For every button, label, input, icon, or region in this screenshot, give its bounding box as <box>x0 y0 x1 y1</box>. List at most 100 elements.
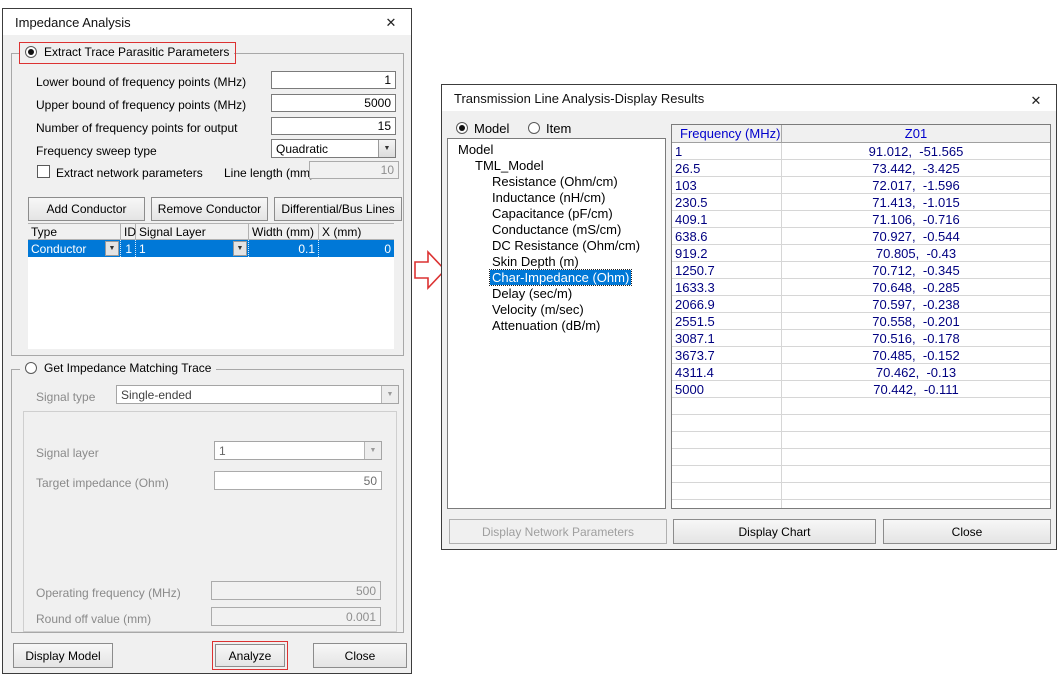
table-row[interactable]: 26.573.442, -3.425 <box>672 160 1050 177</box>
conductor-row[interactable]: Conductor ▼ 1 1 ▼ 0.1 0 <box>28 240 394 257</box>
extract-network-checkbox[interactable] <box>37 165 50 178</box>
z01-cell: 70.442, -0.111 <box>782 381 1050 397</box>
impedance-dialog-titlebar: Impedance Analysis <box>3 9 411 35</box>
z01-cell: 70.805, -0.43 <box>782 245 1050 261</box>
round-off-label: Round off value (mm) <box>36 612 151 626</box>
conductor-x-cell[interactable]: 0 <box>319 240 394 257</box>
tree-item[interactable]: Attenuation (dB/m) <box>448 318 665 334</box>
upper-bound-input[interactable] <box>271 94 396 112</box>
table-row[interactable]: 500070.442, -0.111 <box>672 381 1050 398</box>
item-radio-label: Item <box>546 121 571 136</box>
extract-parasitic-radio-label: Extract Trace Parasitic Parameters <box>44 45 229 59</box>
tree-item[interactable]: Capacitance (pF/cm) <box>448 206 665 222</box>
z01-cell <box>782 449 1050 465</box>
table-row[interactable]: 3673.770.485, -0.152 <box>672 347 1050 364</box>
tree-item[interactable]: Model <box>448 142 665 158</box>
round-off-input <box>211 607 381 626</box>
table-empty-row <box>672 449 1050 466</box>
table-row[interactable]: 191.012, -51.565 <box>672 143 1050 160</box>
frequency-cell: 1250.7 <box>672 262 782 278</box>
table-empty-row <box>672 483 1050 500</box>
target-impedance-input <box>214 471 382 490</box>
desktop: { "colors": { "selection_blue": "#0078d7… <box>0 0 1061 682</box>
z01-cell: 70.597, -0.238 <box>782 296 1050 312</box>
table-row[interactable]: 409.171.106, -0.716 <box>672 211 1050 228</box>
sweep-type-select[interactable]: Quadratic ▼ <box>271 139 396 158</box>
table-row[interactable]: 919.270.805, -0.43 <box>672 245 1050 262</box>
signal-layer-select: 1 ▼ <box>214 441 382 460</box>
remove-conductor-button[interactable]: Remove Conductor <box>151 197 268 221</box>
display-network-parameters-button: Display Network Parameters <box>449 519 667 544</box>
chevron-down-icon[interactable]: ▼ <box>233 241 247 256</box>
frequency-cell <box>672 449 782 465</box>
extract-parasitic-radio[interactable] <box>25 46 37 58</box>
results-table: Frequency (MHz) Z01 191.012, -51.56526.5… <box>671 124 1051 509</box>
analyze-button[interactable]: Analyze <box>215 644 285 667</box>
item-radio[interactable] <box>528 122 540 134</box>
frequency-cell: 638.6 <box>672 228 782 244</box>
differential-bus-lines-button[interactable]: Differential/Bus Lines <box>274 197 402 221</box>
impedance-matching-radio[interactable] <box>25 362 37 374</box>
display-model-button[interactable]: Display Model <box>13 643 113 668</box>
chevron-down-icon[interactable]: ▼ <box>378 140 395 157</box>
conductor-width-cell[interactable]: 0.1 <box>249 240 319 257</box>
close-icon[interactable]: ✕ <box>1027 92 1045 109</box>
z01-cell: 91.012, -51.565 <box>782 143 1050 159</box>
conductor-grid: Type ID Signal Layer Width (mm) X (mm) C… <box>28 223 394 349</box>
frequency-cell: 26.5 <box>672 160 782 176</box>
signal-type-select: Single-ended ▼ <box>116 385 399 404</box>
tree-item[interactable]: Velocity (m/sec) <box>448 302 665 318</box>
tree-item[interactable]: DC Resistance (Ohm/cm) <box>448 238 665 254</box>
tree-item[interactable]: TML_Model <box>448 158 665 174</box>
table-empty-row <box>672 415 1050 432</box>
model-radio-label: Model <box>474 121 509 136</box>
z01-cell: 70.516, -0.178 <box>782 330 1050 346</box>
close-button[interactable]: Close <box>883 519 1051 544</box>
tree-item[interactable]: Delay (sec/m) <box>448 286 665 302</box>
lower-bound-label: Lower bound of frequency points (MHz) <box>36 75 246 89</box>
table-empty-row <box>672 500 1050 509</box>
frequency-cell: 409.1 <box>672 211 782 227</box>
conductor-signal-layer-cell[interactable]: 1 ▼ <box>136 240 249 257</box>
table-row[interactable]: 638.670.927, -0.544 <box>672 228 1050 245</box>
add-conductor-button[interactable]: Add Conductor <box>28 197 145 221</box>
table-empty-row <box>672 432 1050 449</box>
model-radio[interactable] <box>456 122 468 134</box>
chevron-down-icon[interactable]: ▼ <box>105 241 119 256</box>
table-row[interactable]: 2066.970.597, -0.238 <box>672 296 1050 313</box>
frequency-cell: 230.5 <box>672 194 782 210</box>
lower-bound-input[interactable] <box>271 71 396 89</box>
results-table-header: Frequency (MHz) Z01 <box>672 125 1050 143</box>
num-points-input[interactable] <box>271 117 396 135</box>
chevron-down-icon: ▼ <box>381 386 398 403</box>
display-chart-button[interactable]: Display Chart <box>673 519 876 544</box>
table-empty-row <box>672 466 1050 483</box>
table-row[interactable]: 230.571.413, -1.015 <box>672 194 1050 211</box>
tree-item[interactable]: Skin Depth (m) <box>448 254 665 270</box>
frequency-cell <box>672 398 782 414</box>
table-row[interactable]: 4311.470.462, -0.13 <box>672 364 1050 381</box>
tree-item[interactable]: Inductance (nH/cm) <box>448 190 665 206</box>
tree-item[interactable]: Char-Impedance (Ohm) <box>448 270 665 286</box>
table-row[interactable]: 3087.170.516, -0.178 <box>672 330 1050 347</box>
frequency-cell: 1633.3 <box>672 279 782 295</box>
impedance-matching-radio-label: Get Impedance Matching Trace <box>44 361 211 375</box>
table-row[interactable]: 10372.017, -1.596 <box>672 177 1050 194</box>
conductor-id-cell[interactable]: 1 <box>121 240 136 257</box>
sweep-type-label: Frequency sweep type <box>36 144 157 158</box>
close-button[interactable]: Close <box>313 643 407 668</box>
conductor-type-cell[interactable]: Conductor ▼ <box>28 240 121 257</box>
z01-cell: 70.485, -0.152 <box>782 347 1050 363</box>
table-row[interactable]: 1250.770.712, -0.345 <box>672 262 1050 279</box>
table-row[interactable]: 2551.570.558, -0.201 <box>672 313 1050 330</box>
num-points-label: Number of frequency points for output <box>36 121 237 135</box>
close-icon[interactable]: ✕ <box>382 14 400 31</box>
line-length-label: Line length (mm) <box>224 166 314 180</box>
frequency-cell <box>672 432 782 448</box>
impedance-dialog-title: Impedance Analysis <box>15 15 131 30</box>
id-column-header: ID <box>121 223 136 240</box>
z01-cell <box>782 483 1050 499</box>
tree-item[interactable]: Resistance (Ohm/cm) <box>448 174 665 190</box>
table-row[interactable]: 1633.370.648, -0.285 <box>672 279 1050 296</box>
tree-item[interactable]: Conductance (mS/cm) <box>448 222 665 238</box>
